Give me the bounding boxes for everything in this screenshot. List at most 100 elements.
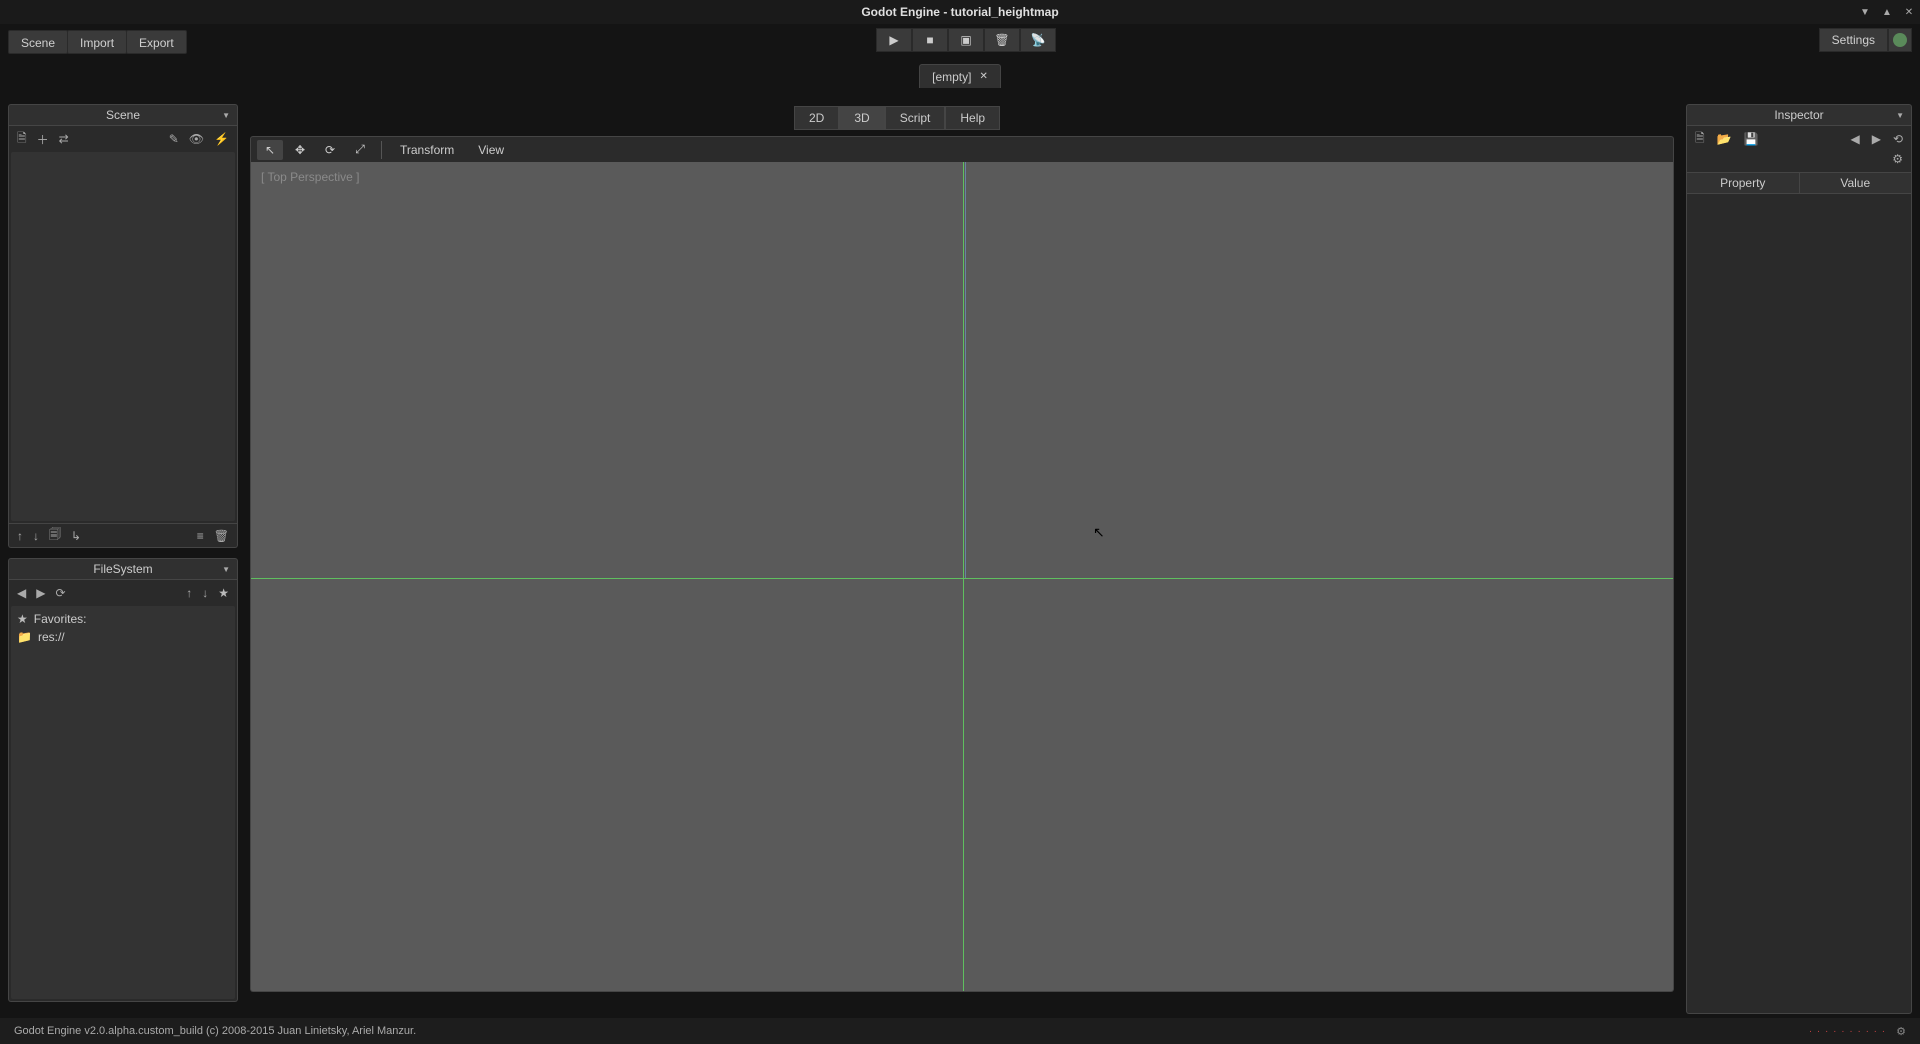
reparent-icon[interactable]: ↳ (71, 529, 81, 543)
scene-bottom-tools: ↑ ↓ 🗐 ↳ ≡ 🗑 (9, 523, 237, 547)
debug-icon[interactable]: 📡 (1020, 28, 1056, 52)
scene-tab-label: [empty] (932, 70, 971, 84)
view-mode-tabs: 2D 3D Script Help (794, 106, 1000, 130)
instance-icon[interactable]: ⇄ (59, 132, 69, 146)
multi-edit-icon[interactable]: ≡ (197, 529, 204, 543)
settings-icon[interactable]: ⚙ (1896, 1025, 1906, 1038)
history-back-icon[interactable]: ◀ (1850, 132, 1859, 146)
visible-icon[interactable]: 👁 (189, 132, 204, 146)
tab-2d[interactable]: 2D (794, 106, 839, 130)
play-controls: ▶ ■ ▣ 🗑 📡 (876, 28, 1056, 52)
version-label: Godot Engine v2.0.alpha.custom_build (c)… (14, 1025, 416, 1037)
filesystem-panel-title[interactable]: FileSystem ▼ (8, 558, 238, 580)
scene-tab-empty[interactable]: [empty] ✕ (919, 64, 1001, 88)
stop-icon[interactable]: ■ (912, 28, 948, 52)
res-root-item[interactable]: 📁 res:// (17, 630, 229, 644)
inspector-tools: 🗎 📂 💾 ◀ ▶ ⟲ (1687, 126, 1911, 152)
select-tool-icon[interactable]: ↖ (257, 140, 283, 160)
chevron-down-icon: ▼ (222, 111, 230, 120)
scene-panel: 🗎 ＋ ⇄ ✎ 👁 ⚡ ↑ ↓ 🗐 ↳ ≡ 🗑 (8, 126, 238, 548)
window-title: Godot Engine - tutorial_heightmap (861, 5, 1058, 19)
up-icon[interactable]: ↑ (186, 586, 192, 600)
axis-horizontal (251, 578, 1673, 579)
left-column: Scene ▼ 🗎 ＋ ⇄ ✎ 👁 ⚡ ↑ ↓ 🗐 ↳ ≡ 🗑 FileSyst… (8, 104, 238, 999)
favorites-item[interactable]: ★ Favorites: (17, 612, 229, 626)
new-node-icon[interactable]: 🗎 (17, 129, 27, 150)
close-icon[interactable]: ✕ (979, 71, 987, 82)
folder-icon: 📁 (17, 630, 32, 644)
play-scene-icon[interactable]: ▣ (948, 28, 984, 52)
scene-tree[interactable] (11, 152, 235, 521)
refresh-icon[interactable]: ⟳ (55, 586, 65, 600)
inspector-columns: Property Value (1687, 172, 1911, 194)
delete-icon[interactable]: 🗑 (214, 529, 229, 543)
menu-export[interactable]: Export (126, 30, 187, 54)
inspector-panel-title[interactable]: Inspector ▼ (1686, 104, 1912, 126)
footer: Godot Engine v2.0.alpha.custom_build (c)… (0, 1018, 1920, 1044)
viewport-3d[interactable]: [ Top Perspective ] ↖ (250, 162, 1674, 992)
view-menu[interactable]: View (468, 143, 514, 157)
filesystem-tools: ◀ ▶ ⟳ ↑ ↓ ★ (9, 580, 237, 606)
col-value: Value (1799, 173, 1912, 193)
rotate-tool-icon[interactable]: ⟳ (317, 140, 343, 160)
play-icon[interactable]: ▶ (876, 28, 912, 52)
favorites-label: Favorites: (34, 612, 87, 626)
filesystem-tree[interactable]: ★ Favorites: 📁 res:// (11, 606, 235, 999)
settings-block: Settings (1819, 28, 1912, 52)
play-custom-icon[interactable]: 🗑 (984, 28, 1020, 52)
right-column: Inspector ▼ 🗎 📂 💾 ◀ ▶ ⟲ ⚙ Property Value (1686, 104, 1912, 1014)
star-icon: ★ (17, 612, 28, 626)
maximize-button[interactable]: ▲ (1876, 0, 1898, 24)
down-icon[interactable]: ↓ (202, 586, 208, 600)
center-toolbar: 2D 3D Script Help (250, 104, 1674, 132)
filesystem-title-label: FileSystem (93, 562, 152, 576)
menu-scene[interactable]: Scene (8, 30, 68, 54)
output-indicator[interactable]: · · · · · · · · · · (1809, 1026, 1886, 1037)
scene-tools: 🗎 ＋ ⇄ ✎ 👁 ⚡ (9, 126, 237, 152)
new-resource-icon[interactable]: 🗎 (1695, 129, 1705, 150)
history-icon[interactable]: ⟲ (1893, 132, 1903, 146)
inspector-subtools: ⚙ (1687, 152, 1911, 172)
res-label: res:// (38, 630, 65, 644)
history-forward-icon[interactable]: ▶ (1872, 132, 1881, 146)
transform-menu[interactable]: Transform (390, 143, 464, 157)
move-down-icon[interactable]: ↓ (33, 529, 39, 543)
minimize-button[interactable]: ▼ (1854, 0, 1876, 24)
menu-import[interactable]: Import (67, 30, 127, 54)
axis-vertical-secondary (965, 162, 966, 578)
tab-help[interactable]: Help (945, 106, 1000, 130)
filesystem-panel: ◀ ▶ ⟳ ↑ ↓ ★ ★ Favorites: 📁 res:// (8, 580, 238, 1002)
window-controls: ▼ ▲ ✕ (1854, 0, 1920, 24)
signal-icon[interactable]: ⚡ (214, 132, 229, 146)
scene-title-label: Scene (106, 108, 140, 122)
axis-vertical (963, 162, 964, 991)
separator (381, 141, 382, 159)
tab-3d[interactable]: 3D (839, 106, 884, 130)
duplicate-icon[interactable]: 🗐 (49, 525, 61, 546)
viewport-toolbar: ↖ ✥ ⟳ ⤢ Transform View (250, 136, 1674, 162)
move-up-icon[interactable]: ↑ (17, 529, 23, 543)
forward-icon[interactable]: ▶ (36, 586, 45, 600)
scale-tool-icon[interactable]: ⤢ (347, 140, 373, 160)
chevron-down-icon: ▼ (222, 565, 230, 574)
tab-script[interactable]: Script (885, 106, 946, 130)
col-property: Property (1687, 173, 1799, 193)
viewport-label: [ Top Perspective ] (261, 170, 360, 184)
chevron-down-icon: ▼ (1896, 111, 1904, 120)
inspector-title-label: Inspector (1774, 108, 1823, 122)
mouse-cursor-icon: ↖ (1093, 524, 1105, 541)
close-button[interactable]: ✕ (1898, 0, 1920, 24)
titlebar: Godot Engine - tutorial_heightmap ▼ ▲ ✕ (0, 0, 1920, 24)
script-icon[interactable]: ✎ (169, 132, 179, 146)
gear-icon[interactable]: ⚙ (1892, 152, 1903, 172)
add-icon[interactable]: ＋ (37, 131, 49, 148)
scene-panel-title[interactable]: Scene ▼ (8, 104, 238, 126)
move-tool-icon[interactable]: ✥ (287, 140, 313, 160)
back-icon[interactable]: ◀ (17, 586, 26, 600)
godot-logo-button[interactable] (1888, 28, 1912, 52)
settings-button[interactable]: Settings (1819, 28, 1888, 52)
save-resource-icon[interactable]: 💾 (1744, 132, 1759, 146)
scene-tab-row: [empty] ✕ (0, 60, 1920, 88)
favorite-icon[interactable]: ★ (218, 586, 229, 600)
open-resource-icon[interactable]: 📂 (1717, 132, 1732, 146)
